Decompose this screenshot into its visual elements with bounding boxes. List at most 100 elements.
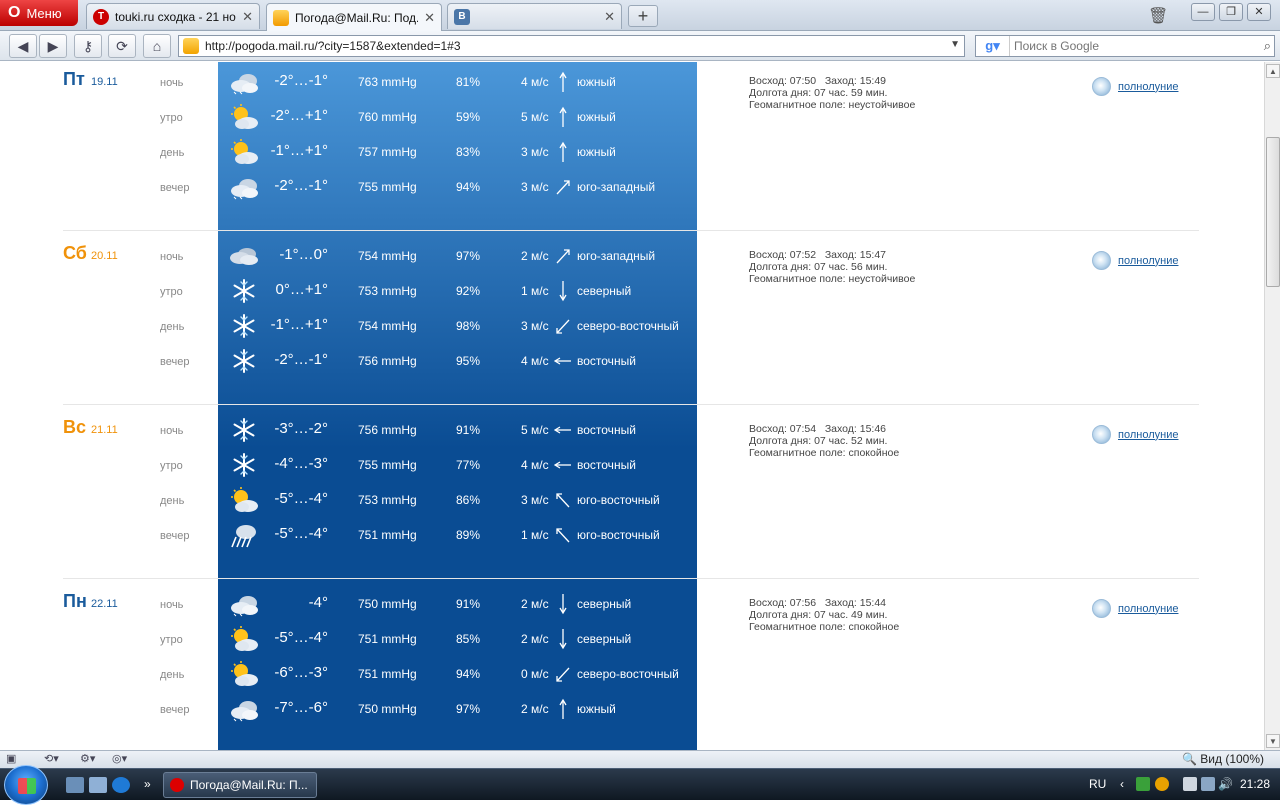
close-icon[interactable]: ✕ [604,9,615,25]
full-moon-icon [1092,77,1111,96]
moon-phase-link[interactable]: полнолуние [1118,603,1178,615]
time-of-day-label: утро [160,634,183,646]
turbo-icon[interactable]: ◎▾ [112,752,127,767]
language-indicator[interactable]: RU [1089,777,1106,791]
start-button[interactable] [4,765,48,805]
chevron-down-icon[interactable]: ▼ [950,39,960,50]
time-of-day-label: вечер [160,530,190,542]
network-icon[interactable] [1201,777,1215,791]
close-icon[interactable]: ✕ [242,9,253,25]
taskbar-item-label: Погода@Mail.Ru: П... [190,778,308,792]
time-of-day-label: вечер [160,356,190,368]
wand-key-icon[interactable]: ⚷ [74,34,102,58]
sunrise-sunset: Восход: 07:56 Заход: 15:44 [749,597,899,609]
vk-icon: В [454,8,470,25]
tab-label: Погода@Mail.Ru: Под... [295,10,419,25]
scrollbar-thumb[interactable] [1266,137,1280,287]
restore-button[interactable]: ❐ [1219,3,1243,21]
full-moon-icon [1092,425,1111,444]
day-date: 20.11 [91,250,118,262]
forecast-day: Пт 19.11 ночь утро день вечер Восход: 07:50 За… [63,62,1199,231]
moon-phase: полнолуние [1092,251,1178,270]
close-window-button[interactable]: ✕ [1247,3,1271,21]
day-name: Пн [63,591,87,611]
day-name: Вс [63,417,87,437]
taskbar-item-opera[interactable]: Погода@Mail.Ru: П... [163,772,317,798]
address-text: http://pogoda.mail.ru/?city=1587&extende… [205,39,461,53]
sunrise-sunset: Восход: 07:50 Заход: 15:49 [749,75,915,87]
full-moon-icon [1092,599,1111,618]
trash-icon[interactable]: 🗑 [1148,6,1168,26]
time-of-day-label: день [160,495,185,507]
moon-phase-link[interactable]: полнолуние [1118,429,1178,441]
time-of-day-label: утро [160,112,183,124]
vertical-scrollbar[interactable]: ▲ ▼ [1264,62,1280,750]
red-circle-icon: T [93,8,109,25]
window-switch-icon[interactable] [89,777,107,793]
tray-device-icon[interactable] [1183,777,1197,791]
sync-icon[interactable]: ⟲▾ [44,752,59,767]
sun-info: Восход: 07:50 Заход: 15:49 Долгота дня: 0… [749,75,915,111]
menu-label: Меню [26,5,62,21]
tab-pogoda[interactable]: Погода@Mail.Ru: Под... ✕ [266,3,442,31]
sun-info: Восход: 07:52 Заход: 15:47 Долгота дня: 0… [749,249,915,285]
clock[interactable]: 21:28 [1240,777,1270,791]
tray-expand-icon[interactable]: ‹ [1120,777,1124,791]
windows-taskbar: » Погода@Mail.Ru: П... RU ‹ 🔊 21:28 [0,765,1280,805]
zoom-label: Вид (100%) [1200,752,1265,766]
tab-vk[interactable]: В ✕ [447,3,622,29]
time-of-day-label: день [160,321,185,333]
geomagnetic-field: Геомагнитное поле: неустойчивое [749,273,916,285]
google-icon[interactable]: g▾ [976,36,1010,56]
forward-button[interactable]: ▶ [39,34,67,58]
quicklaunch-expand-icon[interactable]: » [144,777,151,791]
search-icon[interactable]: ⌕ [1264,38,1271,54]
moon-phase-link[interactable]: полнолуние [1118,81,1178,93]
internet-explorer-icon[interactable] [112,777,130,793]
time-of-day-label: вечер [160,704,190,716]
volume-icon[interactable]: 🔊 [1218,777,1233,791]
tab-touki[interactable]: T touki.ru сходка - 21 но... ✕ [86,3,260,29]
time-of-day-label: день [160,669,185,681]
panel-toggle-icon[interactable]: ▣ [6,752,16,767]
moon-phase: полнолуние [1092,77,1178,96]
opera-menu-button[interactable]: O Меню [0,0,78,26]
day-length: Долгота дня: 07 час. 52 мин. [749,435,888,447]
reload-button[interactable]: ⟳ [108,34,136,58]
forecast-page: -2°…-1° 763 mmHg 81% 4 м/с южный -2°…+1° 760 m… [0,62,1264,750]
sun-info: Восход: 07:54 Заход: 15:46 Долгота дня: 0… [749,423,899,459]
back-button[interactable]: ◀ [9,34,37,58]
sunrise-sunset: Восход: 07:54 Заход: 15:46 [749,423,899,435]
forecast-day: Вс 21.11 ночь утро день вечер Восход: 07:54 За… [63,405,1199,579]
time-of-day-label: вечер [160,182,190,194]
time-of-day-label: утро [160,286,183,298]
day-length: Долгота дня: 07 час. 59 мин. [749,87,888,99]
tray-app-icon[interactable] [1136,777,1150,791]
sunset: Заход: 15:49 [824,75,887,87]
moon-phase-link[interactable]: полнолуние [1118,255,1178,267]
minimize-button[interactable]: — [1191,3,1215,21]
time-of-day-label: ночь [160,251,184,263]
home-button[interactable]: ⌂ [143,34,171,58]
unite-icon[interactable]: ⚙▾ [80,752,95,767]
search-input[interactable] [1014,39,1234,53]
windows-logo-icon [18,778,36,794]
new-tab-button[interactable]: + [628,5,658,27]
address-bar[interactable]: http://pogoda.mail.ru/?city=1587&extende… [178,35,965,57]
scroll-down-icon[interactable]: ▼ [1266,734,1280,748]
forecast-day: Сб 20.11 ночь утро день вечер Восход: 07:52 За… [63,231,1199,405]
zoom-control[interactable]: 🔍 Вид (100%) [1182,752,1264,766]
status-bar: ▣ ⟲▾ ⚙▾ ◎▾ 🔍 Вид (100%) [0,750,1280,768]
day-date: 19.11 [91,76,118,88]
scroll-up-icon[interactable]: ▲ [1266,64,1280,78]
weather-sun-icon [273,9,289,26]
close-icon[interactable]: ✕ [424,10,435,26]
show-desktop-icon[interactable] [66,777,84,793]
search-box[interactable]: g▾ ⌕ [975,35,1275,57]
tray-chrome-icon[interactable] [1155,777,1169,791]
sunrise: Восход: 07:54 [749,423,817,435]
geomagnetic-field: Геомагнитное поле: спокойное [749,621,900,633]
moon-phase: полнолуние [1092,599,1178,618]
day-date: 22.11 [91,598,118,610]
site-favicon-icon [183,38,199,54]
